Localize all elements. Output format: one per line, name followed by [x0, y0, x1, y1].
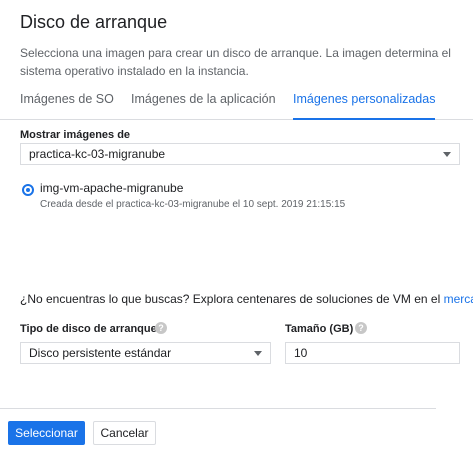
image-radio[interactable] — [22, 184, 34, 196]
dialog-title: Disco de arranque — [20, 12, 168, 32]
marketplace-link[interactable]: merca — [444, 292, 473, 306]
disk-type-select[interactable]: Disco persistente estándar — [20, 342, 271, 364]
not-found-message: ¿No encuentras lo que buscas? Explora ce… — [20, 292, 444, 306]
tab-os-images[interactable]: Imágenes de SO — [20, 92, 114, 119]
image-name[interactable]: img-vm-apache-migranube — [40, 181, 183, 195]
image-subtitle: Creada desde el practica-kc-03-migranube… — [40, 199, 346, 210]
disk-type-value: Disco persistente estándar — [29, 346, 172, 360]
dialog-description: Selecciona una imagen para crear un disc… — [20, 46, 451, 78]
project-select-value: practica-kc-03-migranube — [29, 147, 166, 161]
project-select[interactable]: practica-kc-03-migranube — [20, 143, 460, 165]
project-filter-label: Mostrar imágenes de — [20, 129, 131, 141]
tab-application-images[interactable]: Imágenes de la aplicación — [131, 92, 276, 119]
footer-divider — [0, 408, 436, 409]
chevron-down-icon — [254, 351, 262, 356]
disk-size-field[interactable] — [285, 342, 460, 364]
image-tabs: Imágenes de SO Imágenes de la aplicación… — [0, 92, 473, 120]
disk-type-label: Tipo de disco de arranque — [20, 323, 157, 335]
cancel-button[interactable]: Cancelar — [93, 421, 156, 445]
radio-dot-icon — [26, 188, 30, 192]
not-found-text: ¿No encuentras lo que buscas? Explora ce… — [20, 292, 473, 306]
tab-custom-images[interactable]: Imágenes personalizadas — [293, 92, 436, 120]
disk-size-input[interactable] — [286, 343, 459, 363]
select-button[interactable]: Seleccionar — [8, 421, 85, 445]
help-icon[interactable]: ? — [155, 322, 167, 334]
disk-size-label: Tamaño (GB) — [285, 323, 354, 335]
help-icon[interactable]: ? — [355, 322, 367, 334]
chevron-down-icon — [443, 152, 451, 157]
